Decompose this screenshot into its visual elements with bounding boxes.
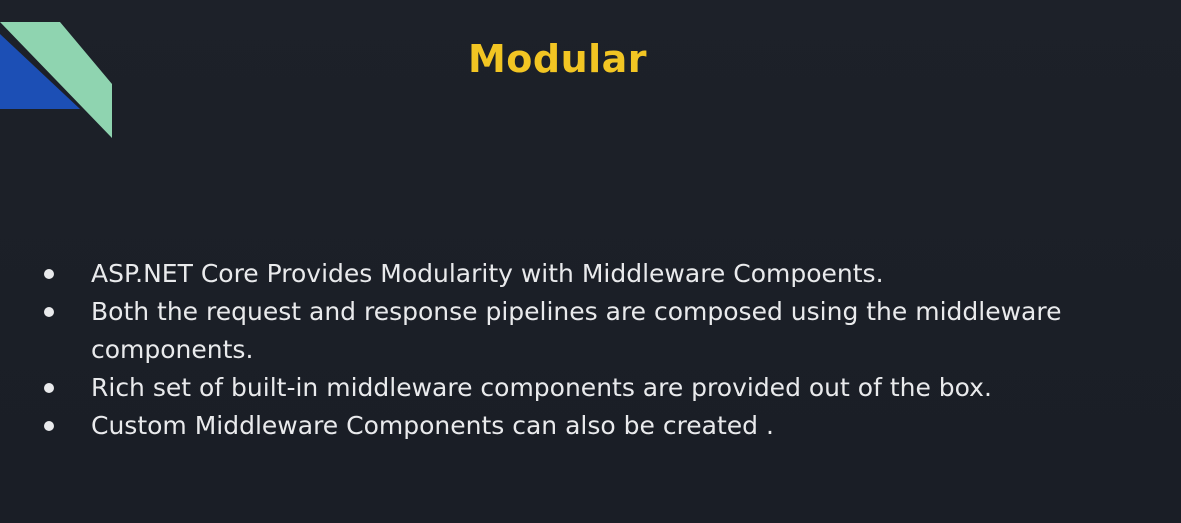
bullet-dot-icon <box>44 269 54 279</box>
bullet-dot-icon <box>44 383 54 393</box>
bullet-list: ASP.NET Core Provides Modularity with Mi… <box>42 255 1167 445</box>
bullet-text: Rich set of built-in middleware componen… <box>91 373 992 402</box>
bullet-item: Both the request and response pipelines … <box>42 293 1167 369</box>
bullet-item: ASP.NET Core Provides Modularity with Mi… <box>42 255 1167 293</box>
bullet-dot-icon <box>44 307 54 317</box>
bullet-item: Custom Middleware Components can also be… <box>42 407 1167 445</box>
bullet-text: Both the request and response pipelines … <box>91 297 1062 364</box>
bullet-item: Rich set of built-in middleware componen… <box>42 369 1167 407</box>
bullet-text: ASP.NET Core Provides Modularity with Mi… <box>91 259 884 288</box>
slide-title: Modular <box>467 37 648 81</box>
bullet-dot-icon <box>44 421 54 431</box>
bullet-text: Custom Middleware Components can also be… <box>91 411 774 440</box>
slide-canvas: Modular ASP.NET Core Provides Modularity… <box>0 0 1181 523</box>
